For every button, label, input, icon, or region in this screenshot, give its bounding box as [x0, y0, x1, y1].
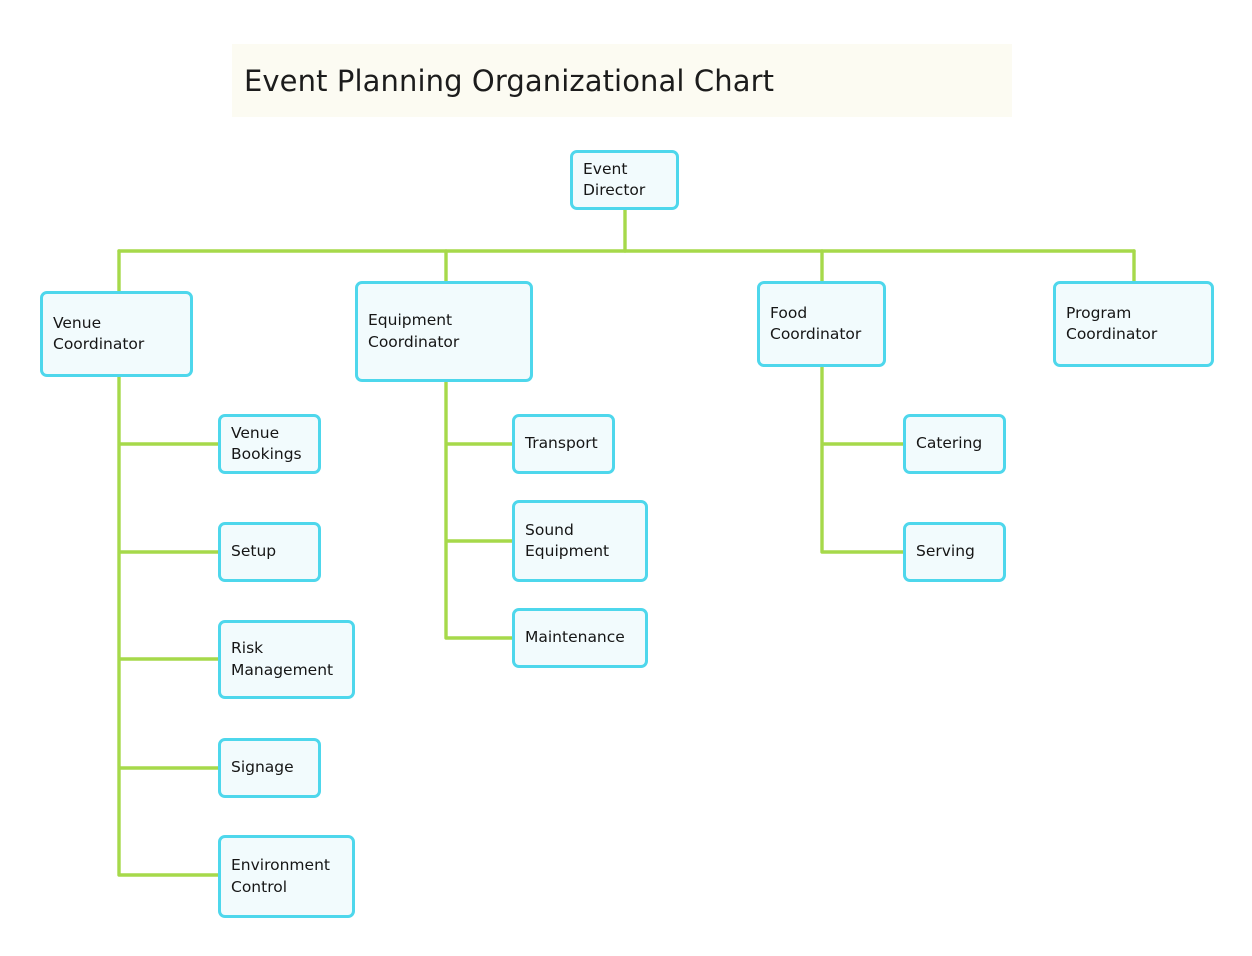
node-venue-coordinator[interactable]: Venue Coordinator	[40, 291, 193, 377]
chart-title-banner: Event Planning Organizational Chart	[232, 44, 1012, 117]
node-food-coordinator[interactable]: Food Coordinator	[757, 281, 886, 367]
node-label: Catering	[916, 434, 983, 453]
node-label: Serving	[916, 542, 975, 561]
node-transport[interactable]: Transport	[512, 414, 615, 474]
node-label: Sound Equipment	[525, 520, 610, 560]
node-label: Venue Bookings	[231, 423, 302, 463]
node-label: Event Director	[583, 159, 646, 199]
org-chart-canvas: Event Planning Organizational Chart Even…	[0, 0, 1252, 956]
connector-path	[820, 365, 905, 554]
node-setup[interactable]: Setup	[218, 522, 321, 582]
page-title: Event Planning Organizational Chart	[244, 63, 775, 98]
node-label: Food Coordinator	[770, 303, 862, 343]
connector-path	[117, 375, 220, 877]
node-label: Setup	[231, 542, 277, 561]
node-catering[interactable]: Catering	[903, 414, 1006, 474]
node-maintenance[interactable]: Maintenance	[512, 608, 648, 668]
node-label: Risk Management	[231, 639, 334, 679]
node-label: Signage	[231, 758, 294, 777]
node-serving[interactable]: Serving	[903, 522, 1006, 582]
node-label: Program Coordinator	[1066, 303, 1158, 343]
node-venue-bookings[interactable]: Venue Bookings	[218, 414, 321, 474]
node-label: Equipment Coordinator	[368, 311, 460, 351]
node-signage[interactable]: Signage	[218, 738, 321, 798]
node-event-director[interactable]: Event Director	[570, 150, 679, 210]
node-label: Maintenance	[525, 628, 625, 647]
connector-path	[444, 380, 514, 640]
node-label: Venue Coordinator	[53, 313, 145, 353]
node-risk-management[interactable]: Risk Management	[218, 620, 355, 699]
connector-layer	[117, 208, 1136, 877]
node-label: Transport	[525, 434, 598, 453]
node-program-coordinator[interactable]: Program Coordinator	[1053, 281, 1214, 367]
node-sound-equipment[interactable]: Sound Equipment	[512, 500, 648, 582]
node-equipment-coordinator[interactable]: Equipment Coordinator	[355, 281, 533, 382]
node-environment-control[interactable]: Environment Control	[218, 835, 355, 918]
node-label: Environment Control	[231, 856, 330, 896]
